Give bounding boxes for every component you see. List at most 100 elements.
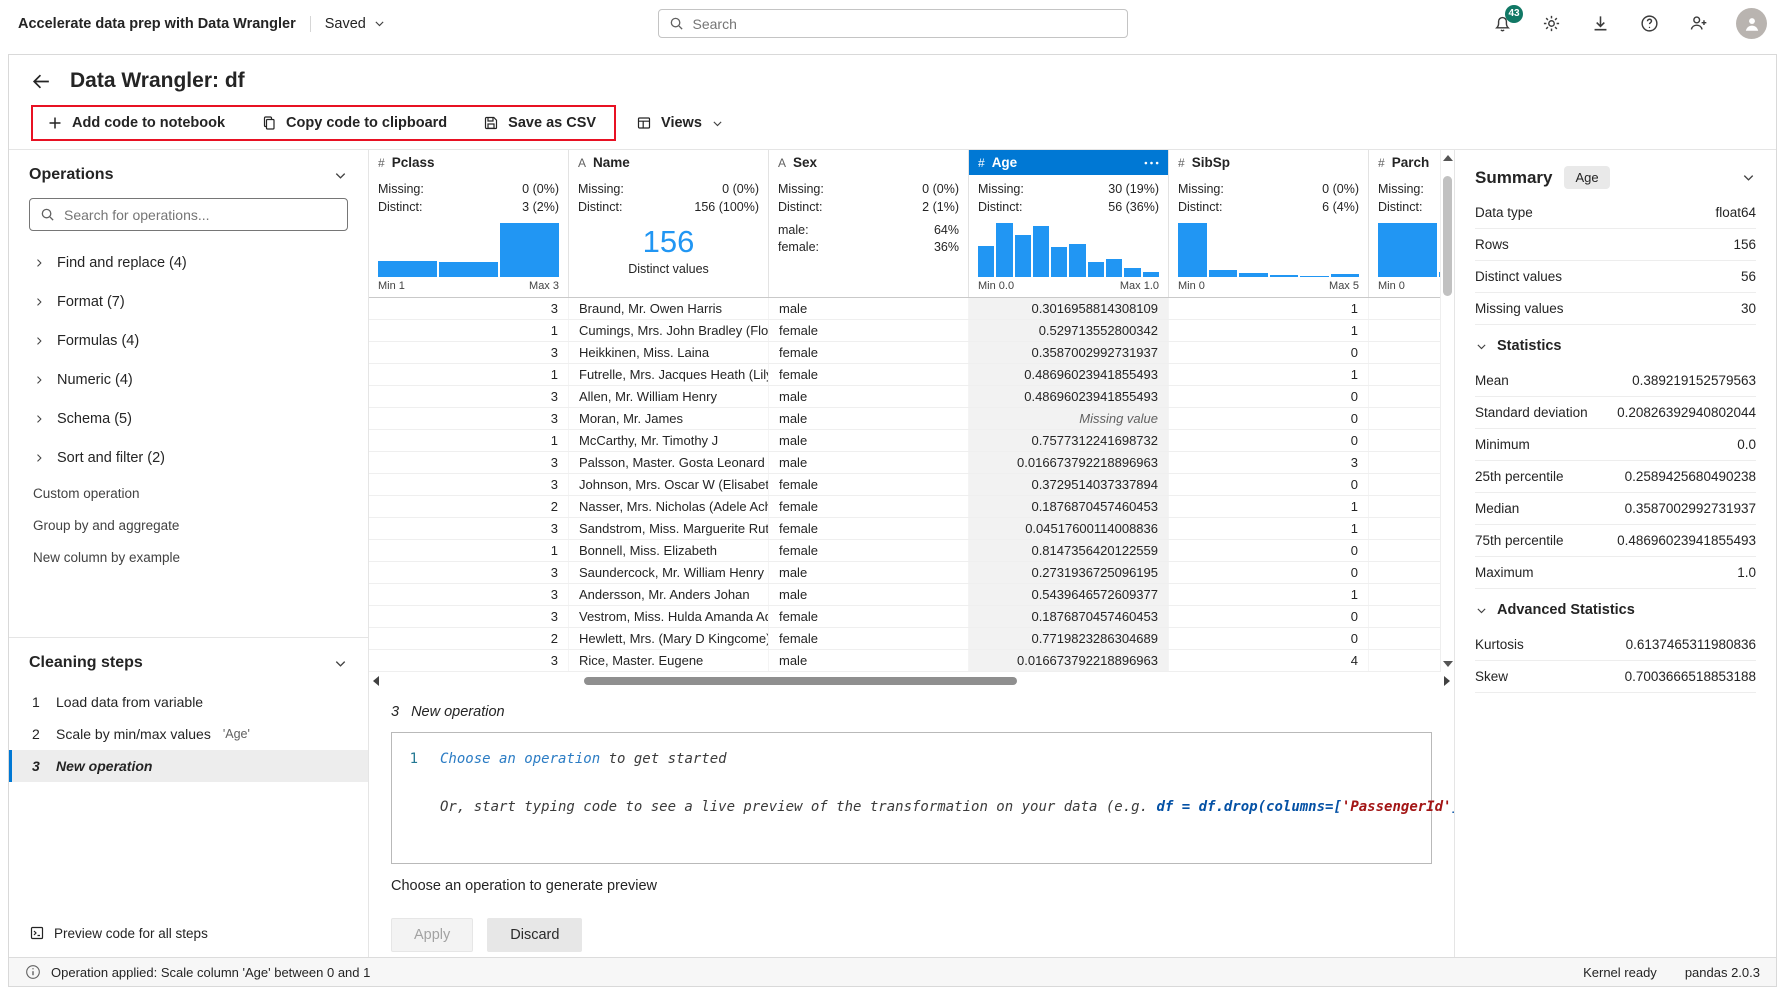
download-button[interactable] xyxy=(1589,13,1611,35)
column-menu-button[interactable] xyxy=(1144,161,1159,165)
share-button[interactable] xyxy=(1687,13,1709,35)
cell-age: 0.3729514037337894 xyxy=(969,474,1169,495)
discard-button[interactable]: Discard xyxy=(487,918,583,952)
table-row[interactable]: 1Cumings, Mrs. John Bradley (Florencfema… xyxy=(369,320,1440,342)
cell-name: Braund, Mr. Owen Harris xyxy=(569,298,769,319)
cleaning-step[interactable]: 2 Scale by min/max values 'Age' xyxy=(9,718,368,750)
vertical-scrollbar-thumb[interactable] xyxy=(1443,176,1452,296)
max-label: Max 3 xyxy=(529,280,559,292)
statistics-section-header[interactable]: Statistics xyxy=(1475,327,1756,365)
global-search-input[interactable] xyxy=(692,15,1117,32)
cell-pclass: 3 xyxy=(369,342,569,363)
preview-code-label: Preview code for all steps xyxy=(54,925,208,941)
table-row[interactable]: 3Johnson, Mrs. Oscar W (Elisabeth Vilfem… xyxy=(369,474,1440,496)
table-row[interactable]: 3 Heikkinen, Miss. Laina female 0.358700299… xyxy=(369,342,1440,364)
cell-sibsp: 1 xyxy=(1169,364,1369,385)
operation-group[interactable]: Sort and filter (2) xyxy=(29,438,348,477)
table-row[interactable]: 3 Saundercock, Mr. William Henry male 0.273… xyxy=(369,562,1440,584)
apply-button[interactable]: Apply xyxy=(391,918,474,952)
operation-group[interactable]: Format (7) xyxy=(29,282,348,321)
column-header-sibsp[interactable]: # SibSp Missing: 0 (0%) Distinct: 6 (4%) Min 0… xyxy=(1169,150,1369,297)
global-search[interactable] xyxy=(657,9,1128,38)
choose-operation-link[interactable]: Choose an operation xyxy=(440,751,600,767)
column-title[interactable]: A Sex xyxy=(769,150,968,175)
table-row[interactable]: 2 Nasser, Mrs. Nicholas (Adele Achem femal… xyxy=(369,496,1440,518)
table-row[interactable]: 1 McCarthy, Mr. Timothy Jmale 0.7577312241… xyxy=(369,430,1440,452)
column-header-sex[interactable]: A Sex Missing: 0 (0%) Distinct: 2 (1%) male: 64… xyxy=(769,150,969,297)
help-button[interactable] xyxy=(1638,13,1660,35)
column-header-parch[interactable]: # Parch Missing: Distinct: Min 0 xyxy=(1369,150,1440,297)
scroll-left-arrow[interactable] xyxy=(373,676,379,686)
column-title[interactable]: # Age xyxy=(969,150,1168,175)
back-button[interactable] xyxy=(31,71,52,92)
table-row[interactable]: 1Futrelle, Mrs. Jacques Heath (Lily Mafe… xyxy=(369,364,1440,386)
column-header-name[interactable]: A Name Missing: 0 (0%) Distinct: 156 (100%) 15… xyxy=(569,150,769,297)
table-row[interactable]: 3 Rice, Master. Eugene male 0.0166737922188… xyxy=(369,650,1440,672)
preview-code-icon xyxy=(29,925,45,941)
add-code-to-notebook-button[interactable]: Add code to notebook xyxy=(47,115,225,131)
table-row[interactable]: 3 Sandstrom, Miss. Marguerite Rut female 0.… xyxy=(369,518,1440,540)
chevron-down-icon[interactable] xyxy=(333,168,348,183)
grid-viewport: # Pclass Missing: 0 (0%) Distinct: 3 (2%) Min … xyxy=(369,150,1440,672)
settings-button[interactable] xyxy=(1540,13,1562,35)
chevron-down-icon[interactable] xyxy=(1741,170,1756,185)
scroll-up-arrow[interactable] xyxy=(1442,155,1453,161)
horizontal-scrollbar-track[interactable] xyxy=(383,676,1440,686)
top-bar: Accelerate data prep with Data Wrangler … xyxy=(0,0,1785,47)
operation-group[interactable]: Find and replace (4) xyxy=(29,243,348,282)
vertical-scrollbar[interactable] xyxy=(1440,150,1454,672)
operation-link[interactable]: Group by and aggregate xyxy=(29,509,348,541)
saved-dropdown[interactable]: Saved xyxy=(309,15,386,32)
table-row[interactable]: 3 Andersson, Mr. Anders Johan male 0.543964… xyxy=(369,584,1440,606)
advanced-statistics-title: Advanced Statistics xyxy=(1497,602,1635,618)
notification-badge: 43 xyxy=(1505,4,1523,23)
operations-search-input[interactable] xyxy=(64,206,337,223)
preview-code-all-steps-button[interactable]: Preview code for all steps xyxy=(9,911,368,957)
copy-code-button[interactable]: Copy code to clipboard xyxy=(261,115,447,131)
column-title[interactable]: A Name xyxy=(569,150,768,175)
table-row[interactable]: 2 Hewlett, Mrs. (Mary D Kingcome) female 0.… xyxy=(369,628,1440,650)
column-stats: Missing: 0 (0%) Distinct: 156 (100%) xyxy=(569,175,768,216)
field-label: Mean xyxy=(1475,373,1509,388)
chevron-down-icon[interactable] xyxy=(333,656,348,671)
table-row[interactable]: 3 Moran, Mr. James male Missing value 0 xyxy=(369,408,1440,430)
operation-group[interactable]: Numeric (4) xyxy=(29,360,348,399)
scroll-right-arrow[interactable] xyxy=(1444,676,1450,686)
page-header: Data Wrangler: df xyxy=(9,55,1776,97)
category-row: female: 36% xyxy=(778,240,959,254)
views-button[interactable]: Views xyxy=(636,115,724,131)
operation-group[interactable]: Schema (5) xyxy=(29,399,348,438)
advanced-statistics-section-header[interactable]: Advanced Statistics xyxy=(1475,591,1756,629)
chevron-right-icon xyxy=(33,296,45,308)
field-value: 0.3587002992731937 xyxy=(1624,501,1756,516)
table-row[interactable]: 3 Allen, Mr. William Henry male 0.486960239… xyxy=(369,386,1440,408)
operation-link[interactable]: Custom operation xyxy=(29,477,348,509)
column-title[interactable]: # Parch xyxy=(1369,150,1440,175)
cell-sex: female xyxy=(769,628,969,649)
table-row[interactable]: 3 Palsson, Master. Gosta Leonard male 0.016… xyxy=(369,452,1440,474)
cleaning-step[interactable]: 3 New operation xyxy=(9,750,368,782)
column-header-pclass[interactable]: # Pclass Missing: 0 (0%) Distinct: 3 (2%) Min … xyxy=(369,150,569,297)
table-row[interactable]: 3 Braund, Mr. Owen Harris male 0.3016958814… xyxy=(369,298,1440,320)
user-avatar[interactable] xyxy=(1736,8,1767,39)
operation-group[interactable]: Formulas (4) xyxy=(29,321,348,360)
scroll-down-arrow[interactable] xyxy=(1443,661,1453,667)
column-title[interactable]: # Pclass xyxy=(369,150,568,175)
code-editor[interactable]: 1 Choose an operation to get started Or,… xyxy=(391,732,1454,864)
table-row[interactable]: 1 Bonnell, Miss. Elizabeth female 0.8147356… xyxy=(369,540,1440,562)
column-header-age[interactable]: # Age Missing: 30 (19%) Distinct: 56 (36%) Min… xyxy=(969,150,1169,297)
gear-icon xyxy=(1542,14,1561,33)
table-row[interactable]: 3 Vestrom, Miss. Hulda Amanda Adolf female… xyxy=(369,606,1440,628)
operation-link[interactable]: New column by example xyxy=(29,541,348,573)
cleaning-step[interactable]: 1 Load data from variable xyxy=(9,686,368,718)
operations-search[interactable] xyxy=(29,198,348,231)
notifications-button[interactable]: 43 xyxy=(1491,4,1523,35)
horizontal-scrollbar-thumb[interactable] xyxy=(583,677,1018,685)
save-as-csv-button[interactable]: Save as CSV xyxy=(483,115,596,131)
horizontal-scrollbar[interactable] xyxy=(369,672,1454,690)
summary-panel: Summary Age Data type float64 Rows 156 Disti… xyxy=(1454,150,1776,957)
column-title[interactable]: # SibSp xyxy=(1169,150,1368,175)
annotation-highlight-box: Add code to notebook Copy code to clipbo… xyxy=(31,105,617,141)
column-name: Pclass xyxy=(391,155,435,170)
